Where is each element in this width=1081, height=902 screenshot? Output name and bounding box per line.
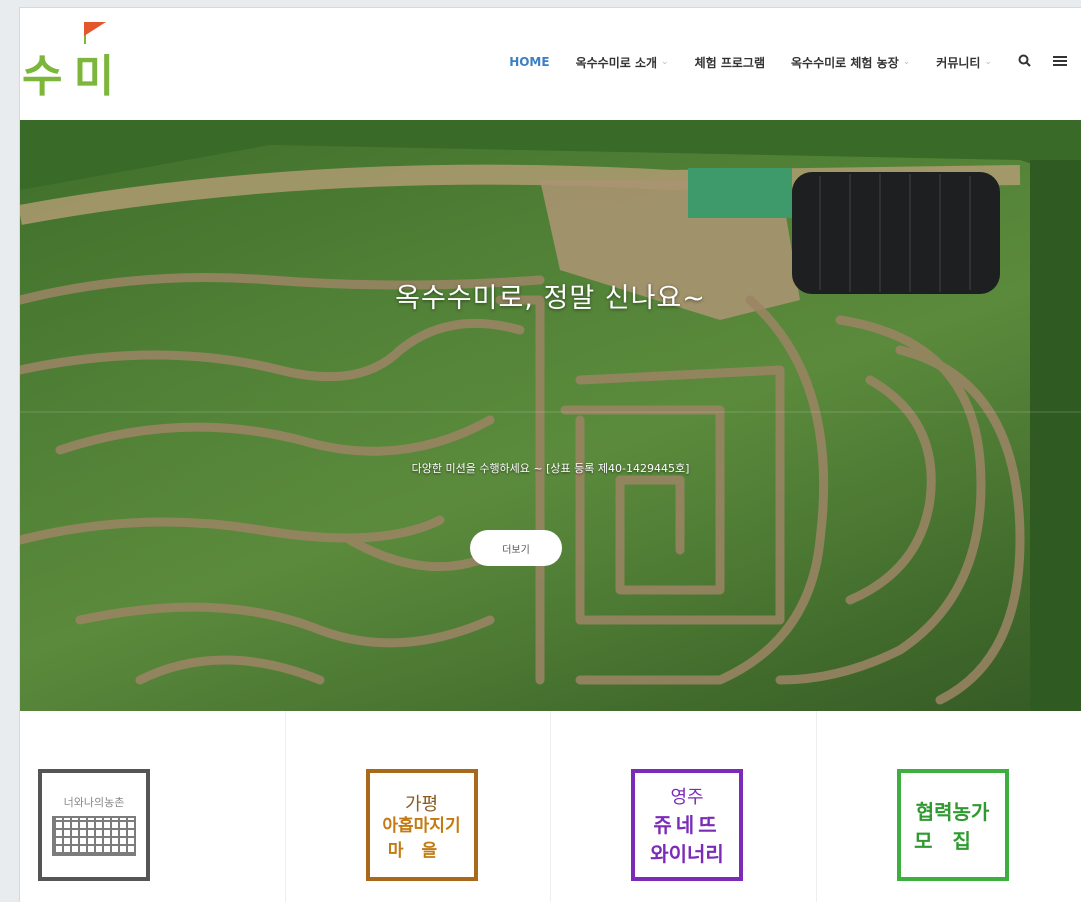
menu-icon[interactable] [1053,53,1067,71]
page-frame: 수 미로 HOME 옥수수미로 소개 ⌄ 체험 프로그램 옥수수미로 체험 농장… [20,8,1081,902]
hero-title: 옥수수미로, 정말 신나요~ [395,283,706,314]
partner-item[interactable]: 너와나의농촌 [20,711,286,902]
partner-item[interactable]: 영주 쥬네뜨 와이너리 [551,711,817,902]
partner-region: 영주 [670,787,704,808]
hero-subtitle: 다양한 미션을 수행하세요 ~ [상표 등록 제40-1429445호] [411,462,690,475]
main-nav: HOME 옥수수미로 소개 ⌄ 체험 프로그램 옥수수미로 체험 농장 ⌄ 커뮤… [509,48,1081,76]
nav-item-label: HOME [509,55,550,69]
corn-maze-photo [20,120,1081,711]
maze-icon [52,816,136,856]
nav-item-community[interactable]: 커뮤니티 ⌄ [936,54,992,71]
nav-item-programs[interactable]: 체험 프로그램 [695,54,765,71]
nav-item-about[interactable]: 옥수수미로 소개 ⌄ [576,54,669,71]
partner-name: 아홉마지기 [382,815,461,836]
hero-banner: 옥수수미로, 정말 신나요~ 다양한 미션을 수행하세요 ~ [상표 등록 제4… [20,120,1081,711]
partner-logo[interactable]: 가평 아홉마지기 마을 [365,769,478,881]
chevron-down-icon: ⌄ [984,57,992,67]
partner-item[interactable]: 협력농가 모집 [817,711,1081,902]
partner-name-suffix: 마을 [387,840,456,861]
partner-logo[interactable]: 영주 쥬네뜨 와이너리 [631,769,743,881]
partner-logos: 너와나의농촌 가평 아홉마지기 마을 영주 쥬네뜨 와이너리 협력농가 모집 [20,711,1081,902]
nav-item-home[interactable]: HOME [509,55,549,69]
nav-item-label: 옥수수미로 소개 [575,55,658,70]
chevron-down-icon: ⌄ [661,57,669,67]
search-icon[interactable] [1018,54,1031,71]
nav-item-farm[interactable]: 옥수수미로 체험 농장 ⌄ [791,54,910,71]
chevron-down-icon: ⌄ [902,57,911,67]
partner-item[interactable]: 가평 아홉마지기 마을 [286,711,551,902]
site-header: 수 미로 HOME 옥수수미로 소개 ⌄ 체험 프로그램 옥수수미로 체험 농장… [20,8,1081,166]
partner-logo[interactable]: 너와나의농촌 [38,769,150,881]
nav-item-label: 커뮤니티 [936,55,981,70]
partner-name-suffix: 와이너리 [650,842,724,866]
partner-name: 쥬네뜨 [653,813,721,837]
partner-name: 협력농가 [915,800,990,824]
site-logo[interactable]: 수 미로 [20,22,150,166]
logo-flag-icon [84,22,106,36]
partner-name: 너와나의농촌 [63,796,125,809]
partner-region: 가평 [404,793,439,815]
more-button[interactable]: 더보기 [470,530,562,566]
nav-item-label: 옥수수미로 체험 농장 [791,55,899,70]
partner-name-suffix: 모집 [914,829,991,853]
nav-item-label: 체험 프로그램 [694,55,766,70]
partner-logo[interactable]: 협력농가 모집 [896,769,1009,881]
